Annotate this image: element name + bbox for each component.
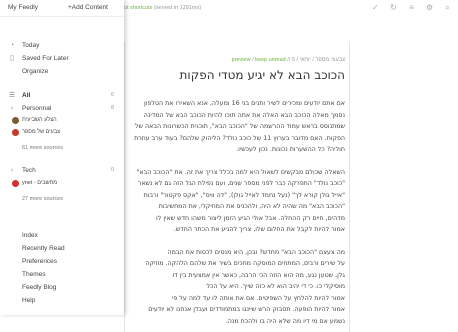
drawer-header: My Feedly +Add Content <box>0 0 124 17</box>
article-body: אם אתם יודעים ומכירים לשיר ותנים בני 16 … <box>125 98 345 332</box>
article-line: הפקות. האם מדובר בערוץ 11 של כוכב נולד? … <box>134 134 345 142</box>
article-line: "כוכב נולד" התפרקה כבר לפני מספר שנים, ו… <box>137 180 345 187</box>
preview-link[interactable]: preview <box>232 57 251 63</box>
chevron-down-icon: › <box>10 167 14 174</box>
check-icon[interactable]: ✓ <box>371 3 380 12</box>
list-view-icon[interactable]: ≡ <box>407 3 416 12</box>
article-line: "אייל גולן קורא לך" (נעל נחמד לאייל גולן… <box>143 191 345 199</box>
article-title[interactable]: הכוכב הבא לא יגיע מטדי הפקות <box>180 68 345 82</box>
article-source-meta: // 5 / צבעוני מספר / יוחאי <box>287 57 345 63</box>
article-line: נסמך מאלה הכוכב הבא האלה את אתה תוכו להי… <box>143 111 345 119</box>
article-line: אם אתם יודעים ומכירים לשיר ותנים בני 16 … <box>144 100 345 107</box>
article-panel: preview / keep unread // 5 / צבעוני מספר… <box>124 42 350 332</box>
more-sources-tech[interactable]: 27 more sources <box>0 194 124 205</box>
article-line: על שירים ורבים, המתחים המוסקה מחכים בשיר… <box>145 260 345 267</box>
footer-recently-read[interactable]: Recently Read <box>22 245 65 252</box>
article-line: נשמע אם מי דיו מה שלא היה בו ולהכח מנה. <box>225 317 345 325</box>
source-label: צבעים של מספר <box>22 129 61 135</box>
article-line: מדהים, חיים רק ההחלה. אבל אולי הגיע הזמן… <box>156 214 345 222</box>
refresh-icon[interactable]: ↻ <box>389 3 398 12</box>
footer-themes[interactable]: Themes <box>22 271 45 278</box>
article-meta: preview / keep unread // 5 / צבעוני מספר… <box>231 57 345 63</box>
all-icon: ☰ <box>8 92 16 99</box>
footer-index[interactable]: Index <box>22 232 38 239</box>
category-personal-label: Personnal <box>22 105 52 112</box>
keep-unread-link[interactable]: keep unread <box>255 57 286 63</box>
article-line: גלן, שטען נגע, מה הוא הוזה הכי הרבה, כאש… <box>172 271 345 279</box>
source-favicon-icon <box>12 117 19 124</box>
article-line: חוליה? כל ההשערות נכונות. נכון לעכשיו. <box>236 146 345 153</box>
navigation-drawer: My Feedly +Add Content ◔ Today ▯ Saved F… <box>0 0 124 315</box>
article-line: מה צעצם "הכוכב הבא" מחדש? ובכן, היא מנסי… <box>167 248 345 256</box>
article-line: אמור להיות הופעה. תסבוק הרש שיינגו במתמו… <box>148 306 345 313</box>
shortcut-hint: ut shortcuts (served in 1291ms) <box>124 5 201 11</box>
article-line: השאלה שכולם מבקשים לשאול היא למה בכלל צר… <box>136 168 345 176</box>
settings-icon[interactable]: ⚙ <box>425 3 434 12</box>
served-time: (served in 1291ms) <box>153 5 202 11</box>
reading-toolbar: ut shortcuts (served in 1291ms) ✓ ↻ ≡ ⚙ … <box>124 0 458 18</box>
today-icon: ◔ <box>9 42 15 49</box>
add-content-button[interactable]: +Add Content <box>68 4 108 11</box>
nav-today-label: Today <box>22 42 40 49</box>
source-label: ynet - מחשבים <box>22 180 58 186</box>
more-sources-label: 27 more sources <box>22 196 63 202</box>
tech-unread-count: 0 <box>110 167 114 173</box>
nav-today[interactable]: ◔ Today <box>0 40 124 51</box>
footer-help[interactable]: Help <box>22 297 35 304</box>
nav-organize[interactable]: Organize <box>0 66 124 77</box>
category-tech[interactable]: › Tech 0 <box>0 165 124 176</box>
nav-saved[interactable]: ▯ Saved For Later <box>0 53 124 64</box>
my-feedly-link[interactable]: My Feedly <box>8 4 38 11</box>
source-favicon-icon <box>12 129 19 136</box>
article-paragraph: השאלה שכולם מבקשים לשאול היא למה בכלל צר… <box>125 167 345 236</box>
source-item[interactable]: צבעים של מספר <box>0 127 124 138</box>
article-line: אמור להיות לקבל את החלום שלו, צריך להגיע… <box>173 226 345 233</box>
bookmark-icon: ▯ <box>10 55 14 62</box>
article-line: אמור להיות להלחץ על השפיטים. אם את אותה … <box>171 294 345 302</box>
article-paragraph: אם אתם יודעים ומכירים לשיר ותנים בני 16 … <box>125 98 345 156</box>
more-sources-label: 61 more sources <box>22 145 63 151</box>
source-item[interactable]: ynet - מחשבים <box>0 178 124 189</box>
nav-organize-label: Organize <box>22 68 49 75</box>
nav-saved-label: Saved For Later <box>22 55 69 62</box>
nav-all-label: All <box>22 92 31 99</box>
article-line: "הכוכב הבא" מה שהיה לא היה, ולהכניס את ה… <box>158 203 345 210</box>
article-line: שמתנוסס בראש עמוד ההרשמה של "הכוכב הבא",… <box>134 123 345 130</box>
footer-preferences[interactable]: Preferences <box>22 258 57 265</box>
personal-unread-count: 8 <box>110 105 114 111</box>
footer-feedly-blog[interactable]: Feedly Blog <box>22 284 56 291</box>
category-personal[interactable]: › Personnal 8 <box>0 103 124 114</box>
more-sources-personal[interactable]: 61 more sources <box>0 143 124 154</box>
source-favicon-icon <box>12 180 19 187</box>
chevron-down-icon: › <box>10 105 14 112</box>
source-item[interactable]: הצלע השביעית <box>0 115 124 126</box>
shortcut-link[interactable]: t shortcuts <box>127 5 152 11</box>
search-icon[interactable]: ⌕ <box>443 3 452 12</box>
source-label: הצלע השביעית <box>22 117 57 123</box>
category-tech-label: Tech <box>22 167 36 174</box>
all-unread-count: 6 <box>110 92 114 98</box>
nav-all[interactable]: ☰ All 6 <box>0 90 124 101</box>
article-line: מוסיקלי כו. כי די יהיב הוא לא כזה שייך. … <box>206 283 345 290</box>
